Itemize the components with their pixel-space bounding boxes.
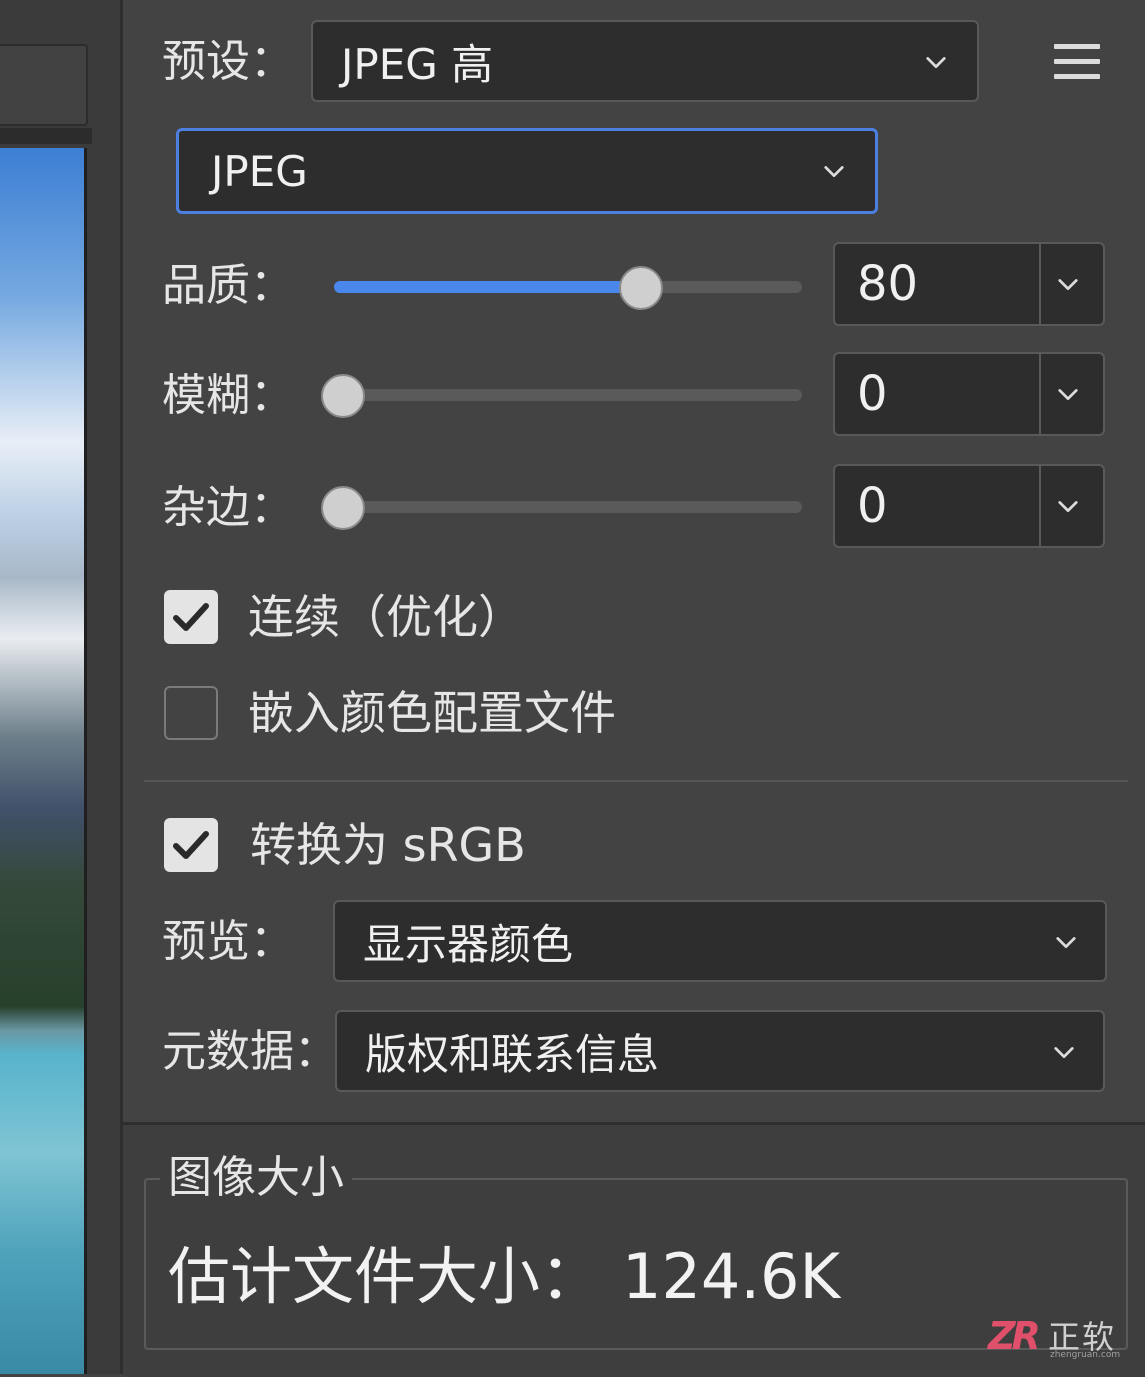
field-separator <box>1039 244 1041 324</box>
convert-srgb-checkbox[interactable] <box>164 818 218 872</box>
preview-label: 预览： <box>162 916 294 967</box>
slider-thumb[interactable] <box>321 486 365 530</box>
watermark-logo: ZR 正软 zhengruan.com <box>988 1310 1138 1366</box>
chevron-down-icon <box>925 52 947 74</box>
image-size-legend: 图像大小 <box>160 1153 352 1203</box>
chevron-down-icon <box>823 161 845 183</box>
convert-srgb-label[interactable]: 转换为 sRGB <box>250 822 526 868</box>
quality-label: 品质： <box>162 260 294 311</box>
watermark-mark: ZR <box>988 1314 1041 1358</box>
matte-field[interactable]: 0 <box>833 464 1105 548</box>
slider-fill <box>334 281 641 293</box>
chevron-down-icon[interactable] <box>1057 384 1079 406</box>
matte-slider[interactable] <box>321 486 802 530</box>
checkmark-icon <box>173 603 209 631</box>
left-preview-pane <box>0 0 122 1374</box>
progressive-label[interactable]: 连续（优化） <box>248 594 524 640</box>
checkmark-icon <box>173 831 209 859</box>
blur-field[interactable]: 0 <box>833 352 1105 436</box>
matte-value[interactable]: 0 <box>857 482 888 530</box>
format-dropdown[interactable]: JPEG <box>176 128 878 214</box>
quality-field[interactable]: 80 <box>833 242 1105 326</box>
preset-dropdown[interactable]: JPEG 高 <box>311 20 979 102</box>
left-toolbar-box <box>0 44 88 126</box>
section-divider <box>144 780 1128 782</box>
preview-image[interactable] <box>0 148 87 1374</box>
quality-value[interactable]: 80 <box>857 260 918 308</box>
progressive-checkbox[interactable] <box>164 590 218 644</box>
chevron-down-icon[interactable] <box>1057 274 1079 296</box>
blur-slider[interactable] <box>321 374 802 418</box>
chevron-down-icon <box>1053 1042 1075 1064</box>
estimated-size-label: 估计文件大小： <box>168 1240 603 1313</box>
metadata-value: 版权和联系信息 <box>365 1029 660 1079</box>
watermark-url: zhengruan.com <box>1050 1350 1121 1360</box>
hamburger-menu-icon[interactable] <box>1054 44 1100 80</box>
preview-dropdown[interactable]: 显示器颜色 <box>333 900 1107 982</box>
chevron-down-icon <box>1055 932 1077 954</box>
preset-value: JPEG 高 <box>341 39 494 89</box>
chevron-down-icon[interactable] <box>1057 496 1079 518</box>
embed-profile-checkbox[interactable] <box>164 686 218 740</box>
slider-track <box>343 389 802 401</box>
quality-slider[interactable] <box>334 266 802 310</box>
slider-thumb[interactable] <box>619 266 663 310</box>
preset-label: 预设： <box>162 36 294 87</box>
field-separator <box>1039 354 1041 434</box>
slider-track <box>343 501 802 513</box>
matte-label: 杂边： <box>162 482 294 533</box>
left-preview-header <box>0 128 92 144</box>
blur-label: 模糊： <box>162 370 294 421</box>
format-value: JPEG <box>211 146 308 196</box>
estimated-size-value: 124.6K <box>622 1240 841 1313</box>
embed-profile-label[interactable]: 嵌入颜色配置文件 <box>248 690 616 736</box>
blur-value[interactable]: 0 <box>857 370 888 418</box>
slider-thumb[interactable] <box>321 374 365 418</box>
metadata-dropdown[interactable]: 版权和联系信息 <box>335 1010 1105 1092</box>
preview-value: 显示器颜色 <box>363 919 574 969</box>
metadata-label: 元数据： <box>162 1026 338 1077</box>
field-separator <box>1039 466 1041 546</box>
